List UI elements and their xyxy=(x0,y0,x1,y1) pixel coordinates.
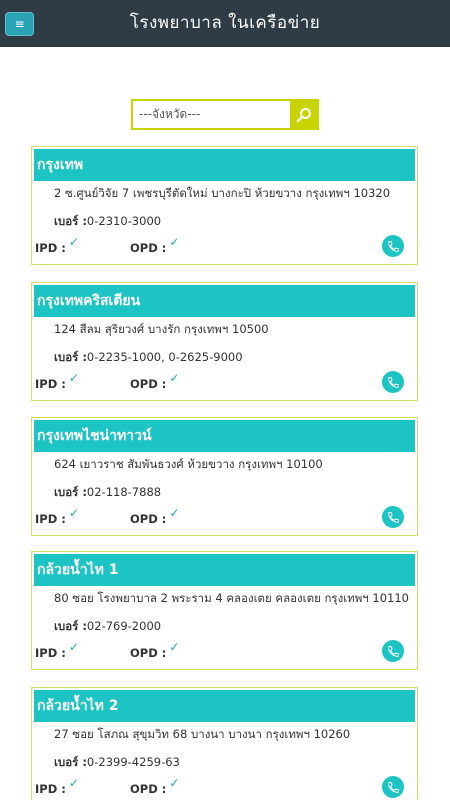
call-button[interactable] xyxy=(382,776,404,798)
phone-label: เบอร์ : xyxy=(54,485,87,499)
hospital-name: กล้วยน้ำไท 1 xyxy=(34,554,415,586)
opd-status: OPD : ✓ xyxy=(130,776,179,796)
phone-number: 0-2310-3000 xyxy=(86,214,162,228)
province-select[interactable]: ---จังหวัด--- xyxy=(133,101,290,128)
phone-label: เบอร์ : xyxy=(54,214,87,228)
check-icon: ✓ xyxy=(169,506,180,520)
ipd-status: IPD : ✓ xyxy=(35,371,79,391)
hospital-card[interactable]: กรุงเทพ 2 ซ.ศูนย์วิจัย 7 เพชรบุรีตัดใหม่… xyxy=(31,146,418,265)
hospital-card[interactable]: กล้วยน้ำไท 1 80 ซอย โรงพยาบาล 2 พระราม 4… xyxy=(31,551,418,670)
hospital-address: 124 สีลม สุริยวงศ์ บางรัก กรุงเทพฯ 10500 xyxy=(54,322,269,336)
check-icon: ✓ xyxy=(68,371,79,385)
check-icon: ✓ xyxy=(68,776,79,790)
province-search: ---จังหวัด--- xyxy=(131,99,319,130)
opd-label: OPD : xyxy=(130,377,167,391)
call-button[interactable] xyxy=(382,506,404,528)
opd-label: OPD : xyxy=(130,782,167,796)
phone-row: เบอร์ :0-2310-3000 xyxy=(54,213,161,231)
phone-row: เบอร์ :0-2235-1000, 0-2625-9000 xyxy=(54,349,243,367)
phone-icon xyxy=(387,376,399,388)
hospital-address: 80 ซอย โรงพยาบาล 2 พระราม 4 คลองเตย คลอง… xyxy=(54,591,410,605)
ipd-label: IPD : xyxy=(35,646,66,660)
hospital-address: 624 เยาวราช สัมพันธวงศ์ ห้วยขวาง กรุงเทพ… xyxy=(54,457,323,471)
search-button[interactable] xyxy=(290,101,317,128)
phone-label: เบอร์ : xyxy=(54,350,87,364)
opd-status: OPD : ✓ xyxy=(130,371,179,391)
phone-label: เบอร์ : xyxy=(54,755,87,769)
opd-label: OPD : xyxy=(130,646,167,660)
hospital-card[interactable]: กรุงเทพคริสเตียน 124 สีลม สุริยวงศ์ บางร… xyxy=(31,282,418,401)
hospital-card[interactable]: กรุงเทพไชน่าทาวน์ 624 เยาวราช สัมพันธวงศ… xyxy=(31,417,418,536)
hospital-name: กรุงเทพ xyxy=(34,149,415,181)
phone-number: 02-769-2000 xyxy=(86,619,162,633)
hospital-name: กรุงเทพไชน่าทาวน์ xyxy=(34,420,415,452)
opd-status: OPD : ✓ xyxy=(130,506,179,526)
phone-icon xyxy=(387,511,399,523)
ipd-label: IPD : xyxy=(35,241,66,255)
top-bar: ≡ โรงพยาบาล ในเครือข่าย xyxy=(0,0,450,47)
call-button[interactable] xyxy=(382,371,404,393)
check-icon: ✓ xyxy=(169,371,180,385)
hospital-address: 2 ซ.ศูนย์วิจัย 7 เพชรบุรีตัดใหม่ บางกะปิ… xyxy=(54,186,391,200)
search-icon xyxy=(296,107,311,122)
phone-number: 0-2399-4259-63 xyxy=(86,755,180,769)
opd-label: OPD : xyxy=(130,241,167,255)
phone-row: เบอร์ :02-118-7888 xyxy=(54,484,161,502)
ipd-status: IPD : ✓ xyxy=(35,235,79,255)
phone-number: 02-118-7888 xyxy=(86,485,162,499)
opd-status: OPD : ✓ xyxy=(130,235,179,255)
opd-status: OPD : ✓ xyxy=(130,640,179,660)
ipd-label: IPD : xyxy=(35,512,66,526)
hospital-name: กรุงเทพคริสเตียน xyxy=(34,285,415,317)
phone-icon xyxy=(387,645,399,657)
check-icon: ✓ xyxy=(68,235,79,249)
ipd-label: IPD : xyxy=(35,782,66,796)
opd-label: OPD : xyxy=(130,512,167,526)
phone-row: เบอร์ :02-769-2000 xyxy=(54,618,161,636)
ipd-status: IPD : ✓ xyxy=(35,776,79,796)
call-button[interactable] xyxy=(382,640,404,662)
ipd-status: IPD : ✓ xyxy=(35,640,79,660)
ipd-label: IPD : xyxy=(35,377,66,391)
phone-icon xyxy=(387,240,399,252)
check-icon: ✓ xyxy=(169,776,180,790)
ipd-status: IPD : ✓ xyxy=(35,506,79,526)
phone-icon xyxy=(387,781,399,793)
check-icon: ✓ xyxy=(169,235,180,249)
check-icon: ✓ xyxy=(169,640,180,654)
call-button[interactable] xyxy=(382,235,404,257)
page-title: โรงพยาบาล ในเครือข่าย xyxy=(129,13,321,33)
phone-number: 0-2235-1000, 0-2625-9000 xyxy=(86,350,243,364)
hospital-card[interactable]: กล้วยน้ำไท 2 27 ซอย โสภณ สุขุมวิท 68 บาง… xyxy=(31,687,418,800)
phone-row: เบอร์ :0-2399-4259-63 xyxy=(54,754,180,772)
phone-label: เบอร์ : xyxy=(54,619,87,633)
hospital-name: กล้วยน้ำไท 2 xyxy=(34,690,415,722)
check-icon: ✓ xyxy=(68,506,79,520)
hospital-address: 27 ซอย โสภณ สุขุมวิท 68 บางนา บางนา กรุง… xyxy=(54,727,351,741)
check-icon: ✓ xyxy=(68,640,79,654)
